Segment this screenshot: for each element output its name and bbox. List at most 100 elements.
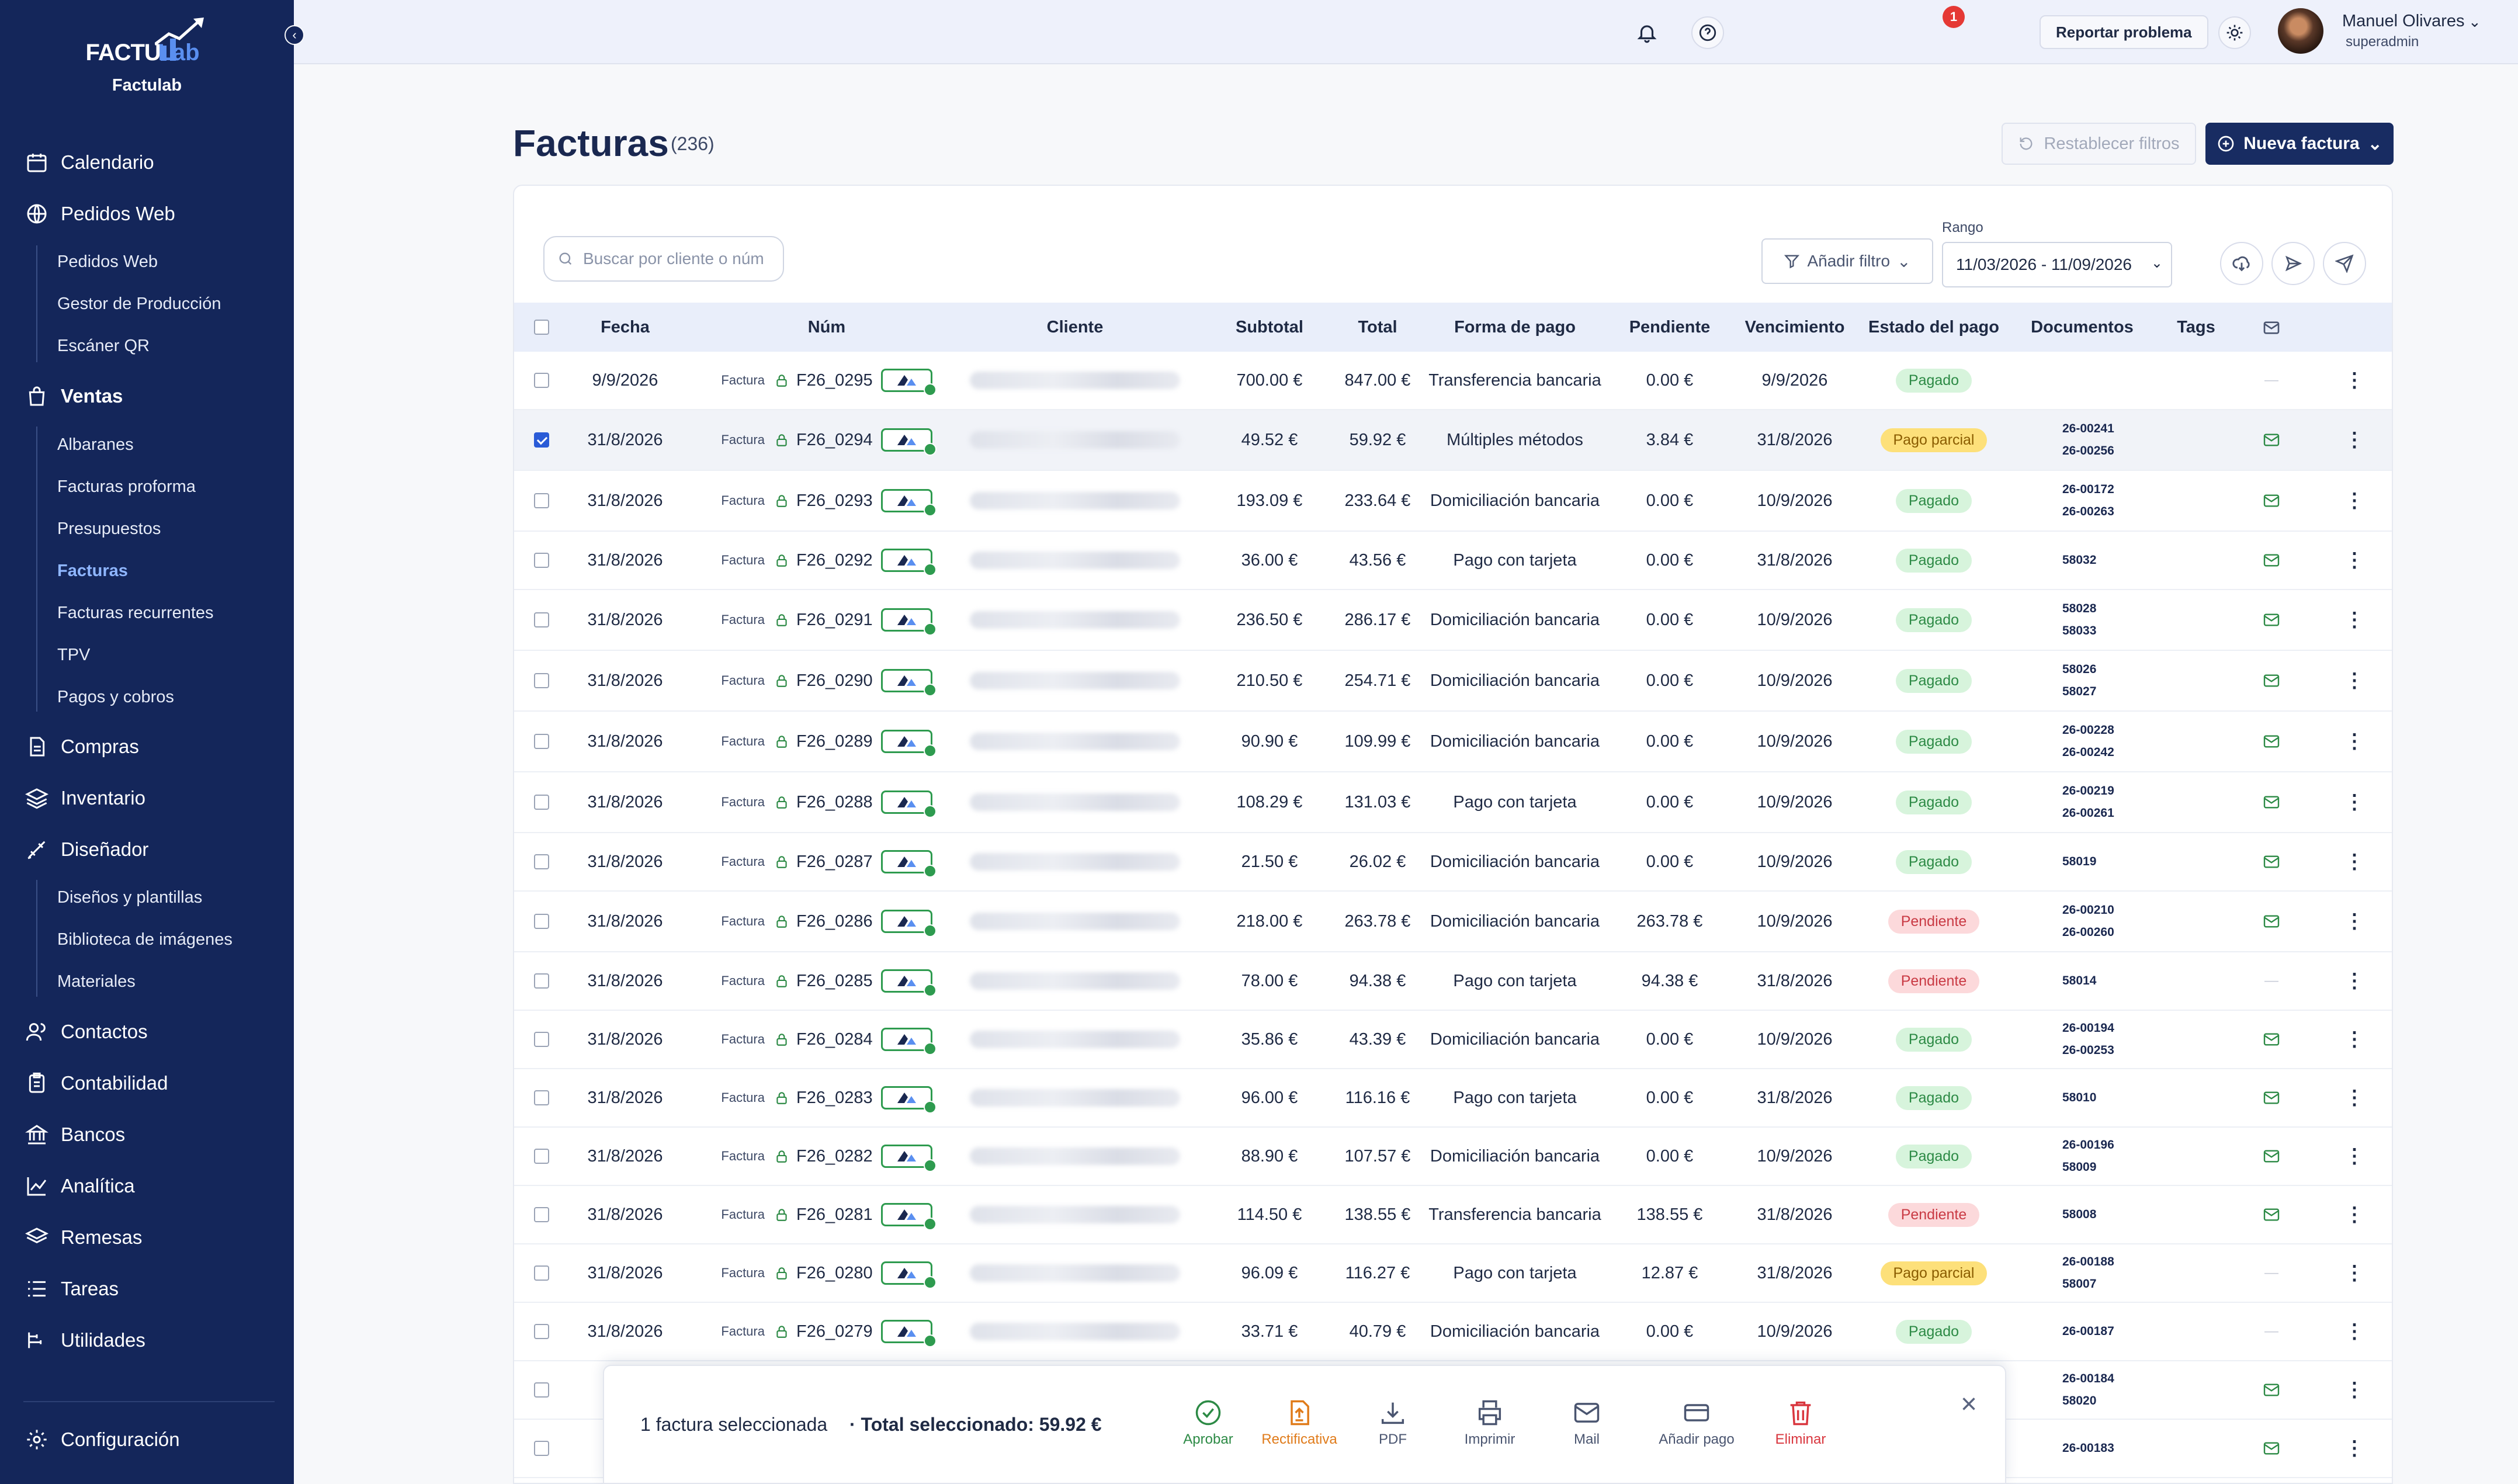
col-tags[interactable]: Tags <box>2158 303 2234 352</box>
search-input[interactable]: Buscar por cliente o núm <box>543 236 784 282</box>
document-link[interactable]: 26-00260 <box>2062 925 2114 939</box>
avatar[interactable] <box>2278 8 2323 54</box>
cell-num[interactable]: Factura F26_0292 <box>689 532 964 589</box>
cell-num[interactable]: Factura F26_0289 <box>689 712 964 771</box>
cell-mail[interactable] <box>2248 892 2295 951</box>
sidebar-sub-facturas-proforma[interactable]: Facturas proforma <box>57 475 196 498</box>
row-menu-button[interactable]: ⋮ <box>2343 833 2366 890</box>
download-button[interactable] <box>2220 242 2263 285</box>
sidebar-item-compras[interactable]: Compras <box>23 730 139 763</box>
sidebar-item-configuracion[interactable]: Configuración <box>23 1423 180 1456</box>
table-row[interactable]: 31/8/2026 Factura F26_0290 210.50 € 254.71 €… <box>514 651 2392 712</box>
col-fecha[interactable]: Fecha <box>573 303 678 352</box>
row-menu-button[interactable]: ⋮ <box>2343 772 2366 832</box>
document-link[interactable]: 26-00219 <box>2062 784 2114 798</box>
reset-filters-button[interactable]: Restablecer filtros <box>2002 123 2196 165</box>
sidebar-item-calendario[interactable]: Calendario <box>23 146 154 179</box>
cell-num[interactable]: Factura F26_0291 <box>689 590 964 650</box>
table-row[interactable]: 31/8/2026 Factura F26_0284 35.86 € 43.39 € Do… <box>514 1011 2392 1069</box>
col-documentos[interactable]: Documentos <box>2006 303 2158 352</box>
document-link[interactable]: 58019 <box>2062 855 2096 869</box>
cell-mail[interactable] <box>2248 772 2295 832</box>
table-row[interactable]: 31/8/2026 Factura F26_0279 33.71 € 40.79 € Do… <box>514 1303 2392 1361</box>
cell-cliente[interactable] <box>948 772 1202 832</box>
sidebar-sub-disenos-plantillas[interactable]: Diseños y plantillas <box>57 886 202 909</box>
row-menu-button[interactable]: ⋮ <box>2343 1420 2366 1477</box>
col-estado-pago[interactable]: Estado del pago <box>1861 303 2006 352</box>
cell-num[interactable]: Factura F26_0284 <box>689 1011 964 1068</box>
cell-cliente[interactable] <box>948 651 1202 710</box>
document-link[interactable]: 26-00228 <box>2062 723 2114 737</box>
cell-cliente[interactable] <box>948 1069 1202 1126</box>
table-row[interactable]: 31/8/2026 Factura F26_0282 88.90 € 107.57 € D… <box>514 1128 2392 1186</box>
sidebar-sub-facturas-recurrentes[interactable]: Facturas recurrentes <box>57 601 214 625</box>
table-row[interactable]: 31/8/2026 Factura F26_0291 236.50 € 286.17 €… <box>514 590 2392 651</box>
row-checkbox[interactable] <box>534 1324 549 1339</box>
cell-num[interactable]: Factura F26_0281 <box>689 1186 964 1243</box>
cell-mail[interactable] <box>2248 471 2295 531</box>
cell-cliente[interactable] <box>948 1244 1202 1302</box>
verifactu-badge-icon[interactable] <box>880 1028 937 1055</box>
row-menu-button[interactable]: ⋮ <box>2343 1244 2366 1302</box>
sidebar-sub-albaranes[interactable]: Albaranes <box>57 433 134 456</box>
cell-cliente[interactable] <box>948 1303 1202 1360</box>
verifactu-badge-icon[interactable] <box>880 1086 937 1114</box>
cell-cliente[interactable] <box>948 952 1202 1010</box>
table-row[interactable]: 31/8/2026 Factura F26_0283 96.00 € 116.16 € P… <box>514 1069 2392 1128</box>
row-checkbox[interactable] <box>534 553 549 568</box>
col-vencimiento[interactable]: Vencimiento <box>1728 303 1861 352</box>
row-checkbox[interactable] <box>534 795 549 810</box>
cell-mail[interactable] <box>2248 1186 2295 1243</box>
cell-num[interactable]: Factura F26_0283 <box>689 1069 964 1126</box>
col-subtotal[interactable]: Subtotal <box>1202 303 1337 352</box>
add-payment-button[interactable]: Añadir pago <box>1650 1394 1743 1448</box>
row-checkbox[interactable] <box>534 1382 549 1398</box>
sidebar-item-disenador[interactable]: Diseñador <box>23 833 148 866</box>
document-link[interactable]: 26-00241 <box>2062 422 2114 436</box>
cell-cliente[interactable] <box>948 1011 1202 1068</box>
table-row[interactable]: 31/8/2026 Factura F26_0288 108.29 € 131.03 €… <box>514 772 2392 833</box>
sidebar-sub-gestor-produccion[interactable]: Gestor de Producción <box>57 292 221 315</box>
sidebar-sub-materiales[interactable]: Materiales <box>57 970 136 993</box>
select-all-checkbox[interactable] <box>534 320 549 335</box>
table-row[interactable]: 31/8/2026 Factura F26_0293 193.09 € 233.64 €… <box>514 471 2392 532</box>
verifactu-badge-icon[interactable] <box>880 369 937 396</box>
cell-cliente[interactable] <box>948 892 1202 951</box>
col-num[interactable]: Núm <box>689 303 964 352</box>
row-checkbox[interactable] <box>534 673 549 688</box>
sidebar-item-analitica[interactable]: Analítica <box>23 1170 135 1202</box>
cell-cliente[interactable] <box>948 471 1202 531</box>
row-menu-button[interactable]: ⋮ <box>2343 410 2366 470</box>
document-link[interactable]: 26-00172 <box>2062 483 2114 497</box>
cell-num[interactable]: Factura F26_0295 <box>689 352 964 409</box>
document-link[interactable]: 26-00196 <box>2062 1138 2114 1152</box>
sidebar-sub-facturas[interactable]: Facturas <box>57 559 128 582</box>
cell-mail[interactable] <box>2248 1420 2295 1477</box>
verifactu-badge-icon[interactable] <box>880 790 937 818</box>
document-link[interactable]: 58014 <box>2062 974 2096 988</box>
add-filter-button[interactable]: Añadir filtro ⌄ <box>1761 238 1933 284</box>
table-row[interactable]: 31/8/2026 Factura F26_0294 49.52 € 59.92 € Mú… <box>514 410 2392 471</box>
cell-cliente[interactable] <box>948 833 1202 890</box>
document-link[interactable]: 58033 <box>2062 624 2096 638</box>
date-range-select[interactable]: 11/03/2026 - 11/09/2026 ⌄ <box>1942 242 2172 287</box>
cell-num[interactable]: Factura F26_0290 <box>689 651 964 710</box>
cell-num[interactable]: Factura F26_0288 <box>689 772 964 832</box>
sidebar-item-contactos[interactable]: Contactos <box>23 1015 148 1048</box>
collapse-sidebar-button[interactable]: ‹ <box>285 25 304 45</box>
row-checkbox[interactable] <box>534 612 549 627</box>
cell-mail[interactable] <box>2248 1069 2295 1126</box>
cell-num[interactable]: Factura F26_0294 <box>689 410 964 470</box>
report-problem-button[interactable]: Reportar problema <box>2040 15 2208 49</box>
print-button[interactable]: Imprimir <box>1443 1394 1537 1448</box>
verifactu-badge-icon[interactable] <box>880 1145 937 1172</box>
table-row[interactable]: 31/8/2026 Factura F26_0286 218.00 € 263.78 €… <box>514 892 2392 952</box>
row-menu-button[interactable]: ⋮ <box>2343 712 2366 771</box>
row-menu-button[interactable]: ⋮ <box>2343 892 2366 951</box>
document-link[interactable]: 26-00263 <box>2062 505 2114 519</box>
row-checkbox[interactable] <box>534 1032 549 1047</box>
table-row[interactable]: 31/8/2026 Factura F26_0280 96.09 € 116.27 € P… <box>514 1244 2392 1303</box>
cell-mail[interactable]: — <box>2248 352 2295 409</box>
cell-mail[interactable] <box>2248 1011 2295 1068</box>
notifications-button[interactable] <box>1631 16 1663 49</box>
